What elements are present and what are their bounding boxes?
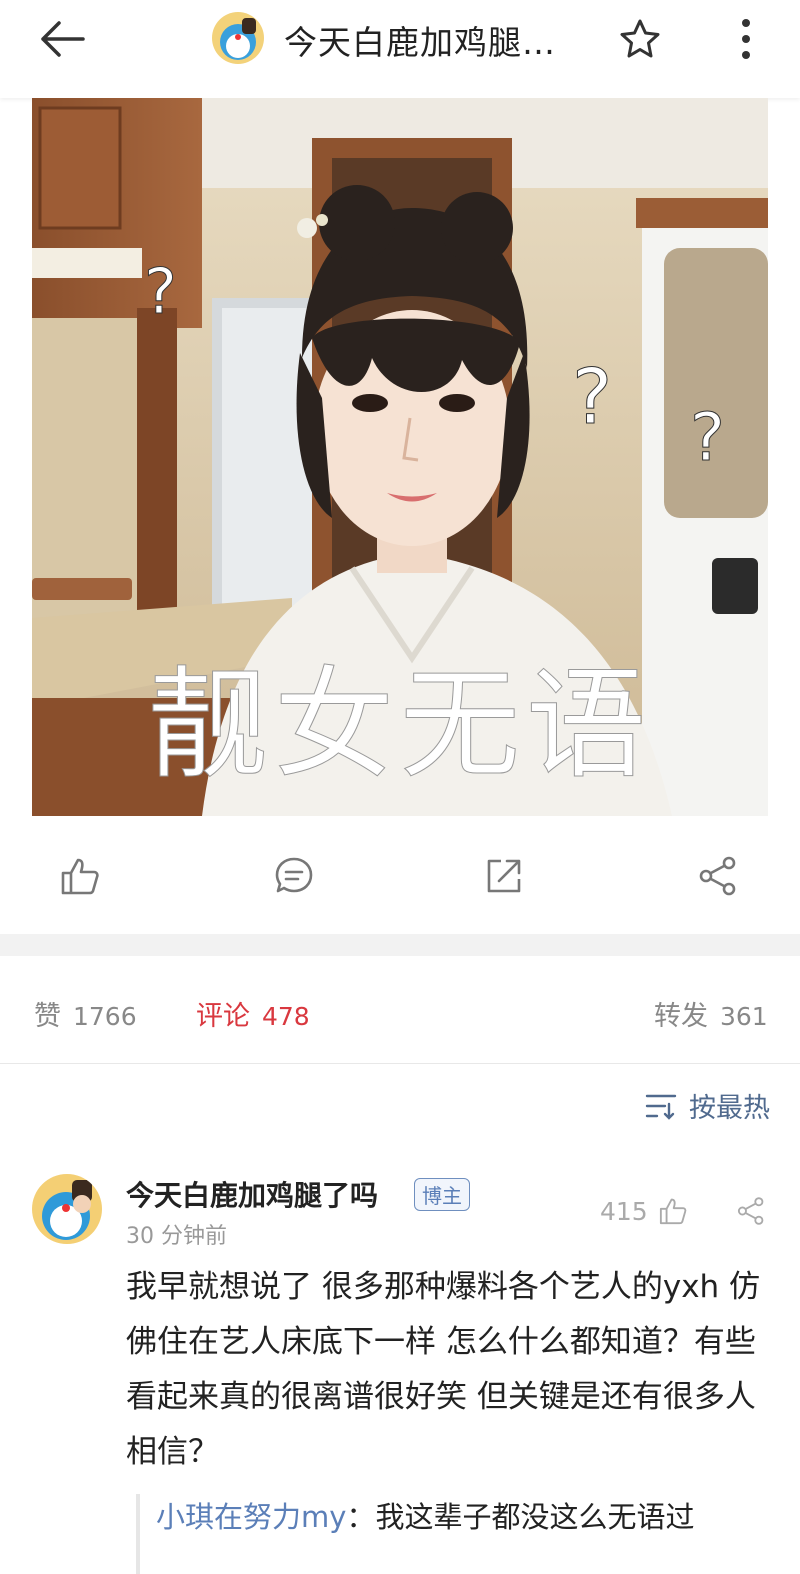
more-vertical-icon — [742, 19, 750, 59]
sort-icon — [645, 1094, 677, 1120]
image-caption-overlay: 靓女无语 — [148, 656, 652, 795]
reposts-count: 361 — [720, 1002, 768, 1031]
comment-text: 我早就想说了 很多那种爆料各个艺人的yxh 仿佛住在艺人床底下一样 怎么什么都知… — [126, 1269, 761, 1470]
commenter-name[interactable]: 今天白鹿加鸡腿了吗 — [126, 1174, 378, 1214]
repost-icon — [487, 859, 521, 893]
likes-count: 1766 — [73, 1002, 137, 1031]
question-mark-2: ? — [572, 352, 612, 441]
likes-label: 赞 — [34, 1001, 61, 1032]
selfie-illustration: ? ? ? 靓女无语 — [32, 98, 768, 816]
comments-count: 478 — [262, 1002, 310, 1031]
sort-label: 按最热 — [689, 1093, 770, 1124]
comment-time: 30 分钟前 — [126, 1224, 227, 1249]
stats-divider — [0, 1063, 800, 1064]
comment-like-button[interactable]: 415 — [600, 1196, 688, 1226]
author-badge: 博主 — [414, 1178, 470, 1211]
comment-like-count: 415 — [600, 1196, 648, 1226]
repost-button[interactable] — [474, 848, 534, 904]
comments-label: 评论 — [196, 1001, 250, 1032]
thumbs-up-icon — [61, 858, 99, 895]
favorite-button[interactable] — [612, 14, 668, 64]
commenter-avatar[interactable] — [32, 1174, 102, 1244]
section-divider — [0, 934, 800, 956]
tab-comments[interactable]: 评论 478 — [196, 994, 310, 1033]
more-button[interactable] — [722, 14, 770, 64]
reply-text: 我这辈子都没这么无语过 — [375, 1500, 695, 1534]
post-action-bar — [0, 826, 800, 926]
back-button[interactable] — [30, 14, 94, 64]
like-button[interactable] — [50, 848, 110, 904]
header-avatar[interactable] — [212, 12, 264, 64]
top-bar: 今天白鹿加鸡腿… — [0, 0, 800, 98]
tab-likes[interactable]: 赞 1766 — [34, 994, 137, 1033]
page-title: 今天白鹿加鸡腿… — [284, 23, 556, 62]
comment-icon — [275, 857, 313, 893]
star-outline-icon — [620, 19, 660, 58]
reposts-label: 转发 — [654, 1001, 708, 1032]
share-icon — [737, 1197, 764, 1225]
question-mark-1: ? — [144, 255, 177, 328]
comment-share-button[interactable] — [736, 1196, 766, 1230]
share-icon — [699, 856, 736, 896]
post-stats-tabs: 赞 1766 评论 478 转发 361 — [0, 978, 800, 1048]
reply-author[interactable]: 小琪在努力my — [156, 1500, 346, 1534]
question-mark-3: ? — [690, 399, 725, 476]
sort-toggle[interactable]: 按最热 — [645, 1086, 770, 1125]
comment-button[interactable] — [264, 848, 324, 904]
arrow-left-icon — [41, 21, 85, 57]
thumbs-up-icon — [659, 1198, 687, 1225]
tab-reposts[interactable]: 转发 361 — [654, 994, 768, 1033]
share-button[interactable] — [688, 848, 748, 904]
reply-separator: ： — [346, 1500, 376, 1534]
post-image[interactable]: ? ? ? 靓女无语 — [32, 98, 768, 816]
reply-preview[interactable]: 小琪在努力my：我这辈子都没这么无语过 — [136, 1494, 796, 1574]
